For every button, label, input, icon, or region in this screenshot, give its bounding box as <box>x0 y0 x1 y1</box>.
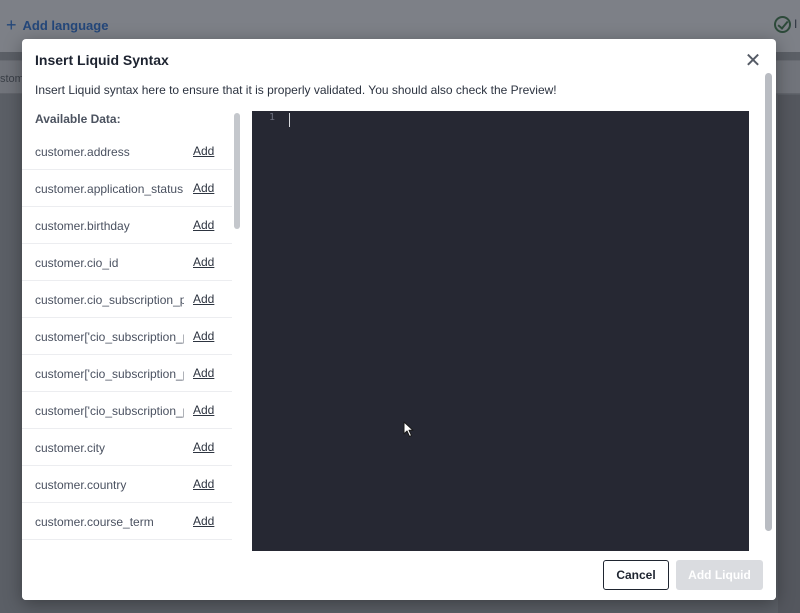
mouse-pointer-icon <box>403 421 414 437</box>
list-item: customer.cio_id Add <box>22 244 232 281</box>
add-link[interactable]: Add <box>193 181 214 195</box>
list-item: customer.country Add <box>22 466 232 503</box>
add-link[interactable]: Add <box>193 366 214 380</box>
list-item: customer['cio_subscription_preferences.t… <box>22 318 232 355</box>
add-link[interactable]: Add <box>193 440 214 454</box>
data-field-name: customer.city <box>35 441 106 455</box>
background-strip-text: stom <box>0 73 24 85</box>
text-cursor <box>289 113 290 127</box>
available-data-panel: Available Data: customer.address Add cus… <box>22 105 244 551</box>
modal-scrollbar-thumb[interactable] <box>765 73 772 531</box>
cancel-button[interactable]: Cancel <box>603 560 669 590</box>
data-field-name: customer.application_status <box>35 182 184 196</box>
data-list-scrollbar[interactable] <box>233 113 241 547</box>
add-link[interactable]: Add <box>193 403 214 417</box>
list-item: customer.course_term Add <box>22 503 232 540</box>
check-circle-icon <box>774 16 791 33</box>
data-field-name: customer.country <box>35 478 127 492</box>
data-field-name: customer.cio_id <box>35 256 119 270</box>
add-link[interactable]: Add <box>193 292 214 306</box>
data-field-name: customer.cio_subscription_preferences <box>35 293 184 307</box>
data-field-name: customer.address <box>35 145 130 159</box>
add-language-label: Add language <box>22 18 109 33</box>
list-item: customer['cio_subscription_preferences.t… <box>22 392 232 429</box>
add-link[interactable]: Add <box>193 477 214 491</box>
available-data-heading: Available Data: <box>35 112 121 126</box>
list-item: customer.application_status Add <box>22 170 232 207</box>
data-field-name: customer['cio_subscription_preferences.t… <box>35 367 184 381</box>
data-field-name: customer.course_term <box>35 515 154 529</box>
editor-gutter: 1 <box>252 111 285 551</box>
insert-liquid-modal: Insert Liquid Syntax ✕ Insert Liquid syn… <box>22 39 776 600</box>
add-link[interactable]: Add <box>193 218 214 232</box>
list-item: customer.cio_subscription_preferences Ad… <box>22 281 232 318</box>
list-item: customer['cio_subscription_preferences.t… <box>22 355 232 392</box>
background-truncated-text: I <box>794 17 798 31</box>
background-side-panel <box>778 95 800 613</box>
data-field-name: customer.birthday <box>35 219 130 233</box>
modal-title: Insert Liquid Syntax <box>35 52 169 68</box>
data-field-name: customer['cio_subscription_preferences.t… <box>35 330 184 344</box>
modal-description: Insert Liquid syntax here to ensure that… <box>35 83 557 97</box>
add-language-link: + Add language <box>6 15 109 35</box>
add-link[interactable]: Add <box>193 144 214 158</box>
line-number: 1 <box>268 112 275 123</box>
add-link[interactable]: Add <box>193 255 214 269</box>
list-item: customer.address Add <box>22 133 232 170</box>
data-list-scrollbar-thumb[interactable] <box>234 113 240 229</box>
modal-footer: Cancel Add Liquid <box>22 551 776 600</box>
close-icon[interactable]: ✕ <box>742 50 764 72</box>
add-link[interactable]: Add <box>193 514 214 528</box>
data-field-name: customer['cio_subscription_preferences.t… <box>35 404 184 418</box>
available-data-list: customer.address Add customer.applicatio… <box>22 133 232 540</box>
add-liquid-button[interactable]: Add Liquid <box>676 560 763 590</box>
modal-scrollbar[interactable] <box>763 69 774 569</box>
editor-text-area[interactable] <box>289 111 749 551</box>
liquid-code-editor[interactable]: 1 <box>252 111 749 551</box>
list-item: customer.city Add <box>22 429 232 466</box>
list-item: customer.birthday Add <box>22 207 232 244</box>
add-link[interactable]: Add <box>193 329 214 343</box>
plus-icon: + <box>6 15 17 35</box>
